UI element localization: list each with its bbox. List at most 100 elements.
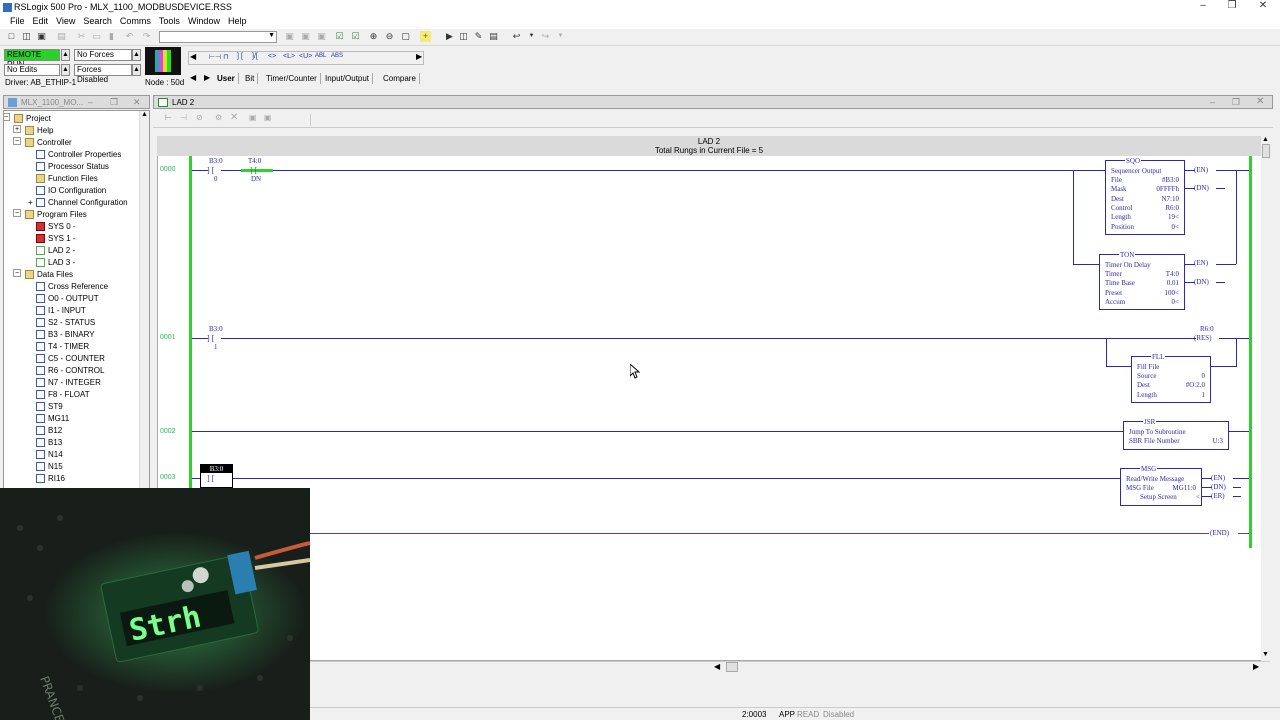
find-next-icon[interactable]: ▣ bbox=[300, 31, 311, 42]
res-output[interactable]: (RES) bbox=[1194, 334, 1212, 342]
param-value[interactable]: 0.01 bbox=[1167, 279, 1179, 287]
fll-instruction[interactable]: FLL Fill File Source 0 Dest #O:2.0 Length 1 bbox=[1131, 353, 1211, 403]
jsr-instruction[interactable]: JSR Jump To Subroutine SBR File Number U… bbox=[1123, 418, 1229, 450]
tree-item[interactable]: Function Files bbox=[36, 173, 98, 184]
tab-bit[interactable]: Bit bbox=[242, 73, 259, 84]
param-value[interactable]: 19< bbox=[1168, 213, 1179, 221]
tree-item[interactable]: N14 bbox=[36, 449, 63, 460]
param-value[interactable]: 0< bbox=[1172, 298, 1179, 306]
panel-restore-button[interactable]: ❐ bbox=[110, 97, 118, 108]
rung-number[interactable]: 0003 bbox=[160, 474, 176, 481]
tab-scroll-left-icon[interactable]: ◀ bbox=[190, 73, 196, 82]
rung-number[interactable]: 0002 bbox=[160, 428, 176, 435]
tree-item[interactable]: Controller Properties bbox=[36, 149, 121, 160]
ladder-vertical-scrollbar[interactable]: ▲ ▼ bbox=[1261, 136, 1271, 661]
scroll-right-icon[interactable]: ▶ bbox=[1253, 662, 1259, 671]
param-value[interactable]: 0FFFFh bbox=[1156, 185, 1179, 193]
panel-minimize-button[interactable]: – bbox=[88, 97, 93, 107]
save-icon[interactable]: ▣ bbox=[36, 31, 47, 42]
new-file-icon[interactable]: □ bbox=[6, 31, 17, 42]
untest-edits-icon[interactable]: ▣ bbox=[264, 113, 272, 122]
tree-item[interactable]: Processor Status bbox=[36, 161, 109, 172]
tree-item[interactable]: LAD 3 - bbox=[36, 257, 75, 268]
xic-contact[interactable]: ] [ bbox=[207, 334, 214, 343]
replace-icon[interactable]: ▣ bbox=[316, 31, 327, 42]
assemble-edits-icon[interactable]: ▣ bbox=[249, 113, 257, 122]
param-value[interactable]: N7:10 bbox=[1162, 195, 1180, 203]
menu-search[interactable]: Search bbox=[79, 15, 116, 29]
expand-toggle-icon[interactable]: + bbox=[13, 125, 21, 133]
scroll-right-icon[interactable]: ▶ bbox=[416, 52, 422, 61]
tab-compare[interactable]: Compare bbox=[380, 73, 420, 84]
msg-instruction[interactable]: MSG Read/Write Message MSG File MG11:0 S… bbox=[1120, 465, 1202, 506]
menu-comms[interactable]: Comms bbox=[116, 15, 155, 29]
forward-icon[interactable]: ↪ bbox=[540, 31, 551, 42]
find-icon[interactable]: ▣ bbox=[284, 31, 295, 42]
otl-icon[interactable]: <L> bbox=[283, 53, 295, 60]
param-value[interactable]: #O:2.0 bbox=[1186, 381, 1205, 389]
expand-toggle-icon[interactable]: − bbox=[4, 113, 10, 121]
branch-icon[interactable]: ⊓ bbox=[223, 53, 228, 61]
open-icon[interactable]: ◫ bbox=[458, 31, 469, 42]
open-folder-icon[interactable]: ◫ bbox=[21, 31, 32, 42]
tab-timer-counter[interactable]: Timer/Counter bbox=[263, 73, 321, 84]
tree-item[interactable]: ST9 bbox=[36, 401, 63, 412]
close-button[interactable]: ✕ bbox=[1248, 0, 1278, 15]
abl-icon[interactable]: ABL bbox=[315, 53, 326, 59]
tree-item[interactable]: − Project bbox=[4, 113, 51, 124]
scroll-thumb[interactable] bbox=[1262, 144, 1270, 158]
abs-icon[interactable]: ABS bbox=[331, 53, 343, 59]
param-value[interactable]: 100< bbox=[1165, 289, 1179, 297]
cancel-edits-icon[interactable]: ✕ bbox=[230, 112, 238, 123]
tree-item[interactable]: B3 - BINARY bbox=[36, 329, 95, 340]
tree-item[interactable]: Cross Reference bbox=[36, 281, 108, 292]
restore-button[interactable]: ❐ bbox=[1217, 0, 1247, 15]
menu-tools[interactable]: Tools bbox=[155, 15, 184, 29]
param-value[interactable]: 0 bbox=[1202, 372, 1206, 380]
scroll-left-icon[interactable]: ◀ bbox=[190, 52, 196, 61]
back-dropdown-icon[interactable]: ▼ bbox=[526, 31, 537, 42]
param-value[interactable]: 1 bbox=[1202, 391, 1206, 399]
add-icon[interactable]: + bbox=[420, 31, 431, 42]
tree-item[interactable]: LAD 2 - bbox=[36, 245, 75, 256]
start-rung-edit-icon[interactable]: ⊢ bbox=[165, 113, 172, 122]
undo-icon[interactable]: ↶ bbox=[124, 31, 135, 42]
scroll-down-icon[interactable]: ▼ bbox=[1262, 651, 1269, 658]
search-combo[interactable]: ▼ bbox=[159, 31, 277, 43]
tree-item[interactable]: C5 - COUNTER bbox=[36, 353, 105, 364]
menu-view[interactable]: View bbox=[52, 15, 79, 29]
tree-item[interactable]: SYS 1 - bbox=[36, 233, 76, 244]
tab-input-output[interactable]: Input/Output bbox=[322, 73, 374, 84]
tree-item[interactable]: − Data Files bbox=[13, 269, 73, 280]
expand-toggle-icon[interactable]: + bbox=[28, 197, 33, 208]
cancel-rung-icon[interactable]: ⊘ bbox=[196, 113, 203, 122]
tree-item[interactable]: F8 - FLOAT bbox=[36, 389, 90, 400]
minimize-button[interactable]: – bbox=[1188, 0, 1218, 15]
ton-instruction[interactable]: TON Timer On Delay Timer T4:0 Time Base 0.0… bbox=[1099, 251, 1185, 310]
param-value[interactable]: T4:0 bbox=[1166, 270, 1179, 278]
lad-close-button[interactable]: ✕ bbox=[1256, 96, 1264, 107]
xic-contact-energized[interactable]: ] [ bbox=[250, 166, 257, 175]
scroll-up-icon[interactable]: ▲ bbox=[141, 111, 148, 118]
otu-icon[interactable]: <U> bbox=[299, 53, 312, 60]
tree-item[interactable]: RI16 bbox=[36, 473, 65, 484]
tree-item[interactable]: IO Configuration bbox=[36, 185, 106, 196]
expand-toggle-icon[interactable]: − bbox=[13, 269, 21, 277]
go-icon[interactable]: ▶ bbox=[444, 31, 455, 42]
tree-item[interactable]: N7 - INTEGER bbox=[36, 377, 101, 388]
forward-dropdown-icon[interactable]: ▼ bbox=[555, 31, 566, 42]
ladder-view[interactable] bbox=[157, 136, 1270, 661]
tree-item[interactable]: MG11 bbox=[36, 413, 69, 424]
copy-icon[interactable]: ▭ bbox=[91, 31, 102, 42]
mode-dropdown-button[interactable]: ▲ bbox=[61, 49, 70, 61]
edits-dropdown-button[interactable]: ▲ bbox=[61, 64, 70, 76]
zoom-out-icon[interactable]: ⊖ bbox=[384, 31, 395, 42]
sqo-instruction[interactable]: SQO Sequencer Output File #B3:0 Mask 0FFFFh… bbox=[1105, 157, 1185, 235]
selected-contact-cursor[interactable]: B3:0 ] [ bbox=[200, 464, 233, 488]
tree-item[interactable]: I1 - INPUT bbox=[36, 305, 86, 316]
panel-close-button[interactable]: ✕ bbox=[133, 97, 141, 108]
tree-item[interactable]: S2 - STATUS bbox=[36, 317, 95, 328]
forces-enabled-dropdown-button[interactable]: ▲ bbox=[132, 64, 141, 76]
lad-minimize-button[interactable]: – bbox=[1210, 97, 1215, 107]
zoom-in-icon[interactable]: ⊕ bbox=[368, 31, 379, 42]
